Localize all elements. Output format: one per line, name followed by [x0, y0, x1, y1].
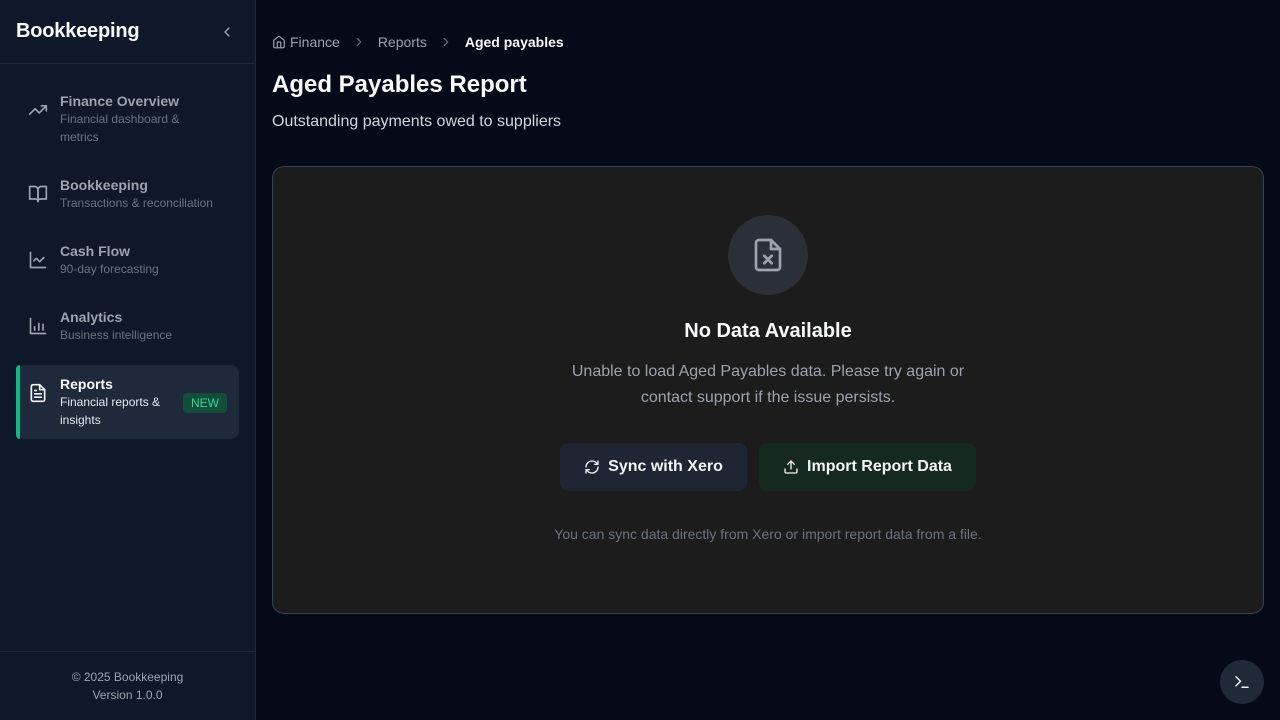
sidebar-item-finance-overview[interactable]: Finance Overview Financial dashboard & m…	[16, 83, 239, 154]
breadcrumb-aged-payables: Aged payables	[464, 34, 564, 50]
sidebar-item-label: Bookkeeping	[60, 177, 148, 193]
sidebar-item-subtitle: Financial dashboard & metrics	[60, 112, 180, 144]
chevron-right-icon	[352, 35, 366, 49]
empty-state-title: No Data Available	[684, 320, 852, 342]
import-report-data-button[interactable]: Import Report Data	[759, 443, 976, 491]
sidebar-item-subtitle: Financial reports & insights	[60, 395, 161, 427]
empty-state-card: No Data Available Unable to load Aged Pa…	[272, 166, 1264, 614]
sidebar-item-label: Reports	[60, 376, 113, 392]
trending-up-icon	[28, 105, 48, 115]
breadcrumb-finance[interactable]: Finance	[272, 34, 340, 50]
sidebar-item-subtitle: Business intelligence	[60, 328, 173, 342]
sidebar: Bookkeeping Finance Overview Financial d…	[0, 0, 256, 720]
collapse-sidebar-button[interactable]	[215, 20, 239, 44]
sidebar-item-subtitle: 90-day forecasting	[60, 262, 159, 276]
breadcrumb-reports[interactable]: Reports	[378, 34, 427, 50]
file-text-icon	[30, 383, 46, 403]
page-subtitle: Outstanding payments owed to suppliers	[272, 113, 562, 130]
home-icon	[273, 35, 285, 49]
sync-button-label: Sync with Xero	[608, 458, 723, 475]
sidebar-item-reports[interactable]: Reports Financial reports & insights NEW	[16, 365, 239, 439]
version-text: Version 1.0.0	[92, 688, 163, 702]
sidebar-item-subtitle: Transactions & reconciliation	[60, 196, 213, 210]
bar-chart-icon	[29, 317, 47, 335]
chevron-right-icon	[439, 35, 453, 49]
sync-with-xero-button[interactable]: Sync with Xero	[560, 443, 747, 491]
sidebar-footer: © 2025 Bookkeeping Version 1.0.0	[0, 651, 255, 720]
app-title: Bookkeeping	[16, 20, 140, 42]
breadcrumb-label: Finance	[290, 34, 340, 50]
line-chart-icon	[29, 251, 47, 269]
sidebar-item-analytics[interactable]: Analytics Business intelligence	[16, 299, 239, 352]
page-title: Aged Payables Report	[272, 71, 527, 98]
sidebar-item-label: Cash Flow	[60, 243, 131, 259]
file-x-icon	[728, 215, 808, 295]
import-button-label: Import Report Data	[807, 458, 952, 475]
empty-state-hint: You can sync data directly from Xero or …	[554, 526, 982, 542]
empty-state-description: Unable to load Aged Payables data. Pleas…	[571, 363, 965, 406]
sidebar-item-label: Analytics	[60, 309, 123, 325]
sidebar-item-cash-flow[interactable]: Cash Flow 90-day forecasting	[16, 233, 239, 286]
sidebar-header: Bookkeeping	[0, 0, 255, 64]
refresh-icon	[585, 460, 599, 474]
book-open-icon	[28, 185, 48, 203]
sidebar-item-label: Finance Overview	[60, 93, 180, 109]
new-badge: NEW	[183, 393, 227, 413]
terminal-button[interactable]	[1220, 660, 1264, 704]
chevron-left-icon	[224, 26, 230, 37]
terminal-icon	[1235, 676, 1249, 688]
breadcrumb: Finance Reports Aged payables	[272, 34, 564, 50]
upload-icon	[784, 460, 798, 474]
copyright-text: © 2025 Bookkeeping	[71, 670, 184, 684]
sidebar-item-bookkeeping[interactable]: Bookkeeping Transactions & reconciliatio…	[16, 167, 239, 220]
sidebar-nav: Finance Overview Financial dashboard & m…	[0, 64, 255, 439]
